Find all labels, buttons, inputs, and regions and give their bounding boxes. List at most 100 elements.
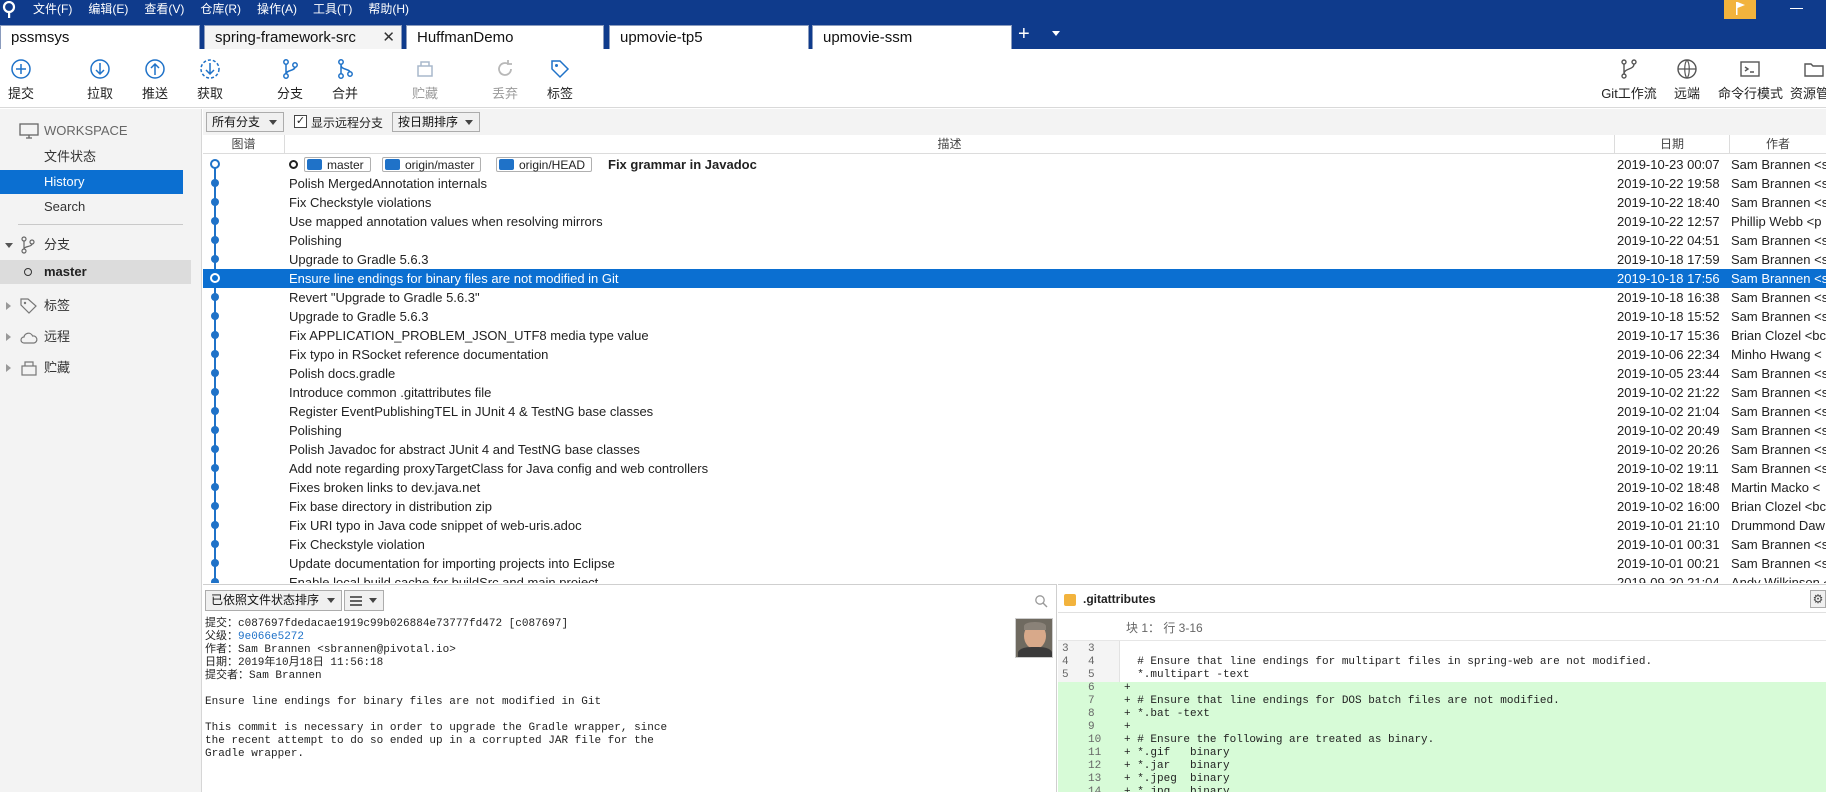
remote-button[interactable]: 远端 [1670,49,1704,108]
sidebar-group-tags[interactable]: 标签 [0,294,202,318]
sidebar-workspace-header: WORKSPACE [0,119,202,143]
commit-row[interactable]: Fix base directory in distribution zip 20… [203,497,1826,516]
commit-parent-link[interactable]: 9e066e5272 [238,631,304,643]
menu-actions[interactable]: 操作(A) [257,0,304,19]
sidebar-item-label: 远程 [44,329,71,344]
commit-row[interactable]: Revert "Upgrade to Gradle 5.6.3" 2019-10-… [203,288,1826,307]
notification-flag-button[interactable] [1724,0,1756,19]
commit-date: 2019-10-05 23:44 [1617,366,1720,381]
diff-file-header: .gitattributes ⚙ [1058,585,1826,613]
tab-list-chevron-down-icon[interactable] [1052,31,1060,36]
diff-settings-gear-icon[interactable]: ⚙ [1810,590,1826,608]
commit-row[interactable]: Use mapped annotation values when resolv… [203,212,1826,231]
commit-row[interactable]: Polish docs.gradle 2019-10-05 23:44 Sam Br… [203,364,1826,383]
commit-row[interactable]: Enable local build cache for buildSrc an… [203,573,1826,583]
branch-filter-dropdown[interactable]: 所有分支 [206,112,284,132]
tag-button[interactable]: 标签 [543,49,577,108]
hunk-divider [1058,640,1826,641]
diff-line-code: *.multipart -text [1124,669,1250,681]
commit-row[interactable]: Polishing 2019-10-22 04:51 Sam Brannen <s [203,231,1826,250]
sidebar-group-remotes[interactable]: 远程 [0,325,202,349]
menu-view[interactable]: 查看(V) [144,0,191,19]
branch-icon [21,236,35,254]
discard-button[interactable]: 丢弃 [488,49,522,108]
push-button[interactable]: 推送 [138,49,172,108]
commit-row[interactable]: Update documentation for importing proje… [203,554,1826,573]
commit-row[interactable]: Register EventPublishingTEL in JUnit 4 &… [203,402,1826,421]
merge-icon [338,59,353,79]
pull-button[interactable]: 拉取 [83,49,117,108]
column-author[interactable]: 作者 [1729,135,1826,153]
commit-row[interactable]: Fix typo in RSocket reference documentat… [203,345,1826,364]
commit-row[interactable]: Upgrade to Gradle 5.6.3 2019-10-18 15:52 S… [203,307,1826,326]
commit-description: Add note regarding proxyTargetClass for … [289,461,709,476]
menu-repository[interactable]: 仓库(R) [200,0,248,19]
commit-message-line: the recent attempt to do so ended up in … [205,735,654,747]
commit-row[interactable]: Fix APPLICATION_PROBLEM_JSON_UTF8 media … [203,326,1826,345]
commit-row[interactable]: Fixes broken links to dev.java.net 2019-1… [203,478,1826,497]
tab-pssmsys[interactable]: pssmsys [0,25,200,49]
add-tab-button[interactable]: + [1018,23,1030,45]
branch-badge-master[interactable]: master [304,157,371,172]
remote-label: 远端 [1673,86,1700,101]
tab-spring-framework-src[interactable]: spring-framework-src ✕ [204,25,402,49]
commit-row[interactable]: Polish Javadoc for abstract JUnit 4 and … [203,440,1826,459]
sidebar-item-search[interactable]: Search [0,195,202,219]
commit-author: Andy Wilkinson < [1731,575,1826,583]
commit-row[interactable]: Fix Checkstyle violation 2019-10-01 00:31… [203,535,1826,554]
menu-tools[interactable]: 工具(T) [313,0,359,19]
tab-upmovie-ssm[interactable]: upmovie-ssm [812,25,1012,49]
merge-button[interactable]: 合并 [328,49,362,108]
commit-author: Sam Brannen <s [1731,252,1826,267]
sidebar-item-history[interactable]: History [0,170,183,194]
branch-badge-origin-head[interactable]: origin/HEAD [496,157,593,172]
menu-file[interactable]: 文件(F) [33,0,79,19]
view-mode-dropdown[interactable] [344,590,384,611]
diff-line-code: + [1124,721,1131,733]
commit-date: 2019-10-02 21:22 [1617,385,1720,400]
commit-row[interactable]: Polish MergedAnnotation internals 2019-10… [203,174,1826,193]
minimize-button[interactable] [1790,8,1803,9]
commit-row[interactable]: Introduce common .gitattributes file 2019… [203,383,1826,402]
branch-button[interactable]: 分支 [273,49,307,108]
search-icon[interactable] [1034,594,1048,608]
commit-description: Enable local build cache for buildSrc an… [289,575,599,583]
fetch-button[interactable]: 获取 [193,49,227,108]
commit-row[interactable]: master origin/master origin/HEAD Fix gramma… [203,155,1826,174]
commit-description: Polishing [289,423,342,438]
commit-button[interactable]: 提交 [4,49,38,108]
branch-badge-origin-master[interactable]: origin/master [382,157,482,172]
terminal-button[interactable]: 命令行模式 [1718,49,1783,108]
menu-edit[interactable]: 编辑(E) [88,0,135,19]
sidebar-group-stashes[interactable]: 贮藏 [0,356,202,380]
sort-order-dropdown[interactable]: 按日期排序 [392,112,480,132]
commit-row[interactable]: Add note regarding proxyTargetClass for … [203,459,1826,478]
column-date[interactable]: 日期 [1614,135,1729,153]
show-remote-branches-checkbox[interactable]: ✓ [294,115,307,128]
pull-label: 拉取 [86,86,113,101]
commit-row[interactable]: Ensure line endings for binary files are… [203,269,1826,288]
stash-button[interactable]: 贮藏 [408,49,442,108]
commit-row[interactable]: Upgrade to Gradle 5.6.3 2019-10-18 17:59 S… [203,250,1826,269]
commit-row[interactable]: Fix Checkstyle violations 2019-10-22 18:4… [203,193,1826,212]
diff-line-context: 33 [1058,643,1826,656]
tab-huffmandemo[interactable]: HuffmanDemo [406,25,604,49]
sidebar-group-branches[interactable]: 分支 [0,233,202,257]
chevron-down-icon [369,598,377,603]
chevron-right-icon [6,364,11,372]
tab-label: HuffmanDemo [417,29,514,46]
menu-help[interactable]: 帮助(H) [368,0,416,19]
commit-row[interactable]: Polishing 2019-10-02 20:49 Sam Brannen <s [203,421,1826,440]
commit-row[interactable]: Fix URI typo in Java code snippet of web… [203,516,1826,535]
tab-upmovie-tp5[interactable]: upmovie-tp5 [609,25,809,49]
explorer-button[interactable]: 资源管 [1786,49,1826,108]
sidebar-item-file-status[interactable]: 文件状态 [0,145,202,169]
commit-author: Sam Brannen <s [1731,271,1826,286]
git-flow-button[interactable]: Git工作流 [1600,49,1658,108]
column-graph[interactable]: 图谱 [203,135,284,153]
tab-close-icon[interactable]: ✕ [382,26,395,49]
sidebar-item-branch-master[interactable]: master [0,260,191,284]
column-description[interactable]: 描述 [284,135,1614,153]
file-sort-dropdown[interactable]: 已依照文件状态排序 [205,590,342,611]
chevron-right-icon [6,333,11,341]
